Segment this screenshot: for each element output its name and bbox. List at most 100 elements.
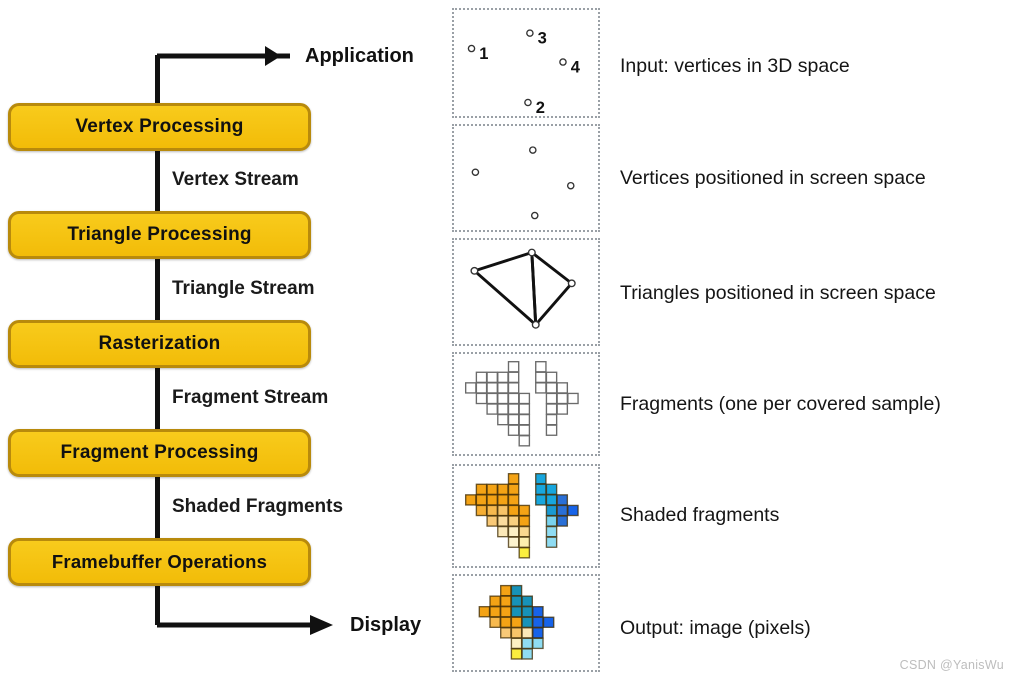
fragment-cell [486, 504, 498, 517]
fragment-cell [518, 536, 531, 548]
fragment-cell [486, 483, 498, 496]
fragment-cell [532, 637, 544, 650]
fragment-cell [497, 525, 509, 538]
fragment-cell [497, 382, 509, 394]
stream-label-shaded-fragments: Shaded Fragments [172, 495, 344, 517]
fragment-cell [486, 515, 498, 527]
vertex-dot [530, 211, 539, 220]
fragment-cell [556, 515, 569, 527]
fragment-cell [497, 483, 509, 496]
fragment-cell [486, 494, 498, 506]
fragment-cell [475, 382, 488, 394]
fragment-cell [486, 403, 498, 415]
vertex-dot [529, 146, 537, 154]
caption-shaded-fragments: Shaded fragments [620, 504, 780, 526]
fragment-cell [532, 616, 544, 628]
fragment-cell [518, 504, 531, 517]
fragment-cell [507, 504, 520, 517]
fragment-cell [545, 515, 558, 527]
pipeline-diagram: Application Vertex Processing Triangle Pro… [0, 0, 1016, 682]
fragment-cell [556, 392, 569, 405]
panel-triangles-screen [452, 238, 600, 346]
vertex-label: 1 [479, 45, 488, 63]
triangle-outline [530, 251, 574, 327]
pipeline-column: Application Vertex Processing Triangle Pro… [0, 0, 450, 682]
fragment-cell [545, 371, 558, 384]
fragment-cell [497, 504, 509, 517]
fragment-cell [521, 595, 534, 607]
stream-label-fragment-stream: Fragment Stream [172, 386, 329, 408]
vertex-dot [524, 98, 532, 107]
fragment-cell [500, 595, 512, 607]
stage-box-vertex-processing[interactable]: Vertex Processing [8, 103, 311, 151]
panel-vertices-3d: 1 2 3 4 [452, 8, 600, 118]
fragment-cell [486, 371, 498, 384]
fragment-cell [518, 392, 531, 405]
fragment-cell [545, 403, 558, 415]
fragment-cell [478, 606, 491, 618]
fragment-cell [532, 606, 544, 618]
triangle-outline [472, 251, 538, 327]
caption-vertices-screen: Vertices positioned in screen space [620, 167, 926, 189]
fragment-cell [518, 424, 531, 436]
fragment-cell [521, 606, 534, 618]
fragment-cell [510, 584, 523, 597]
fragment-cell [556, 382, 569, 394]
vertex-dot [467, 44, 476, 53]
display-output-arrow [157, 615, 333, 635]
fragment-cell [556, 403, 569, 415]
caption-triangles-screen: Triangles positioned in screen space [620, 282, 936, 304]
fragment-cell [518, 435, 531, 447]
fragment-cell [518, 525, 531, 538]
fragment-cell [545, 424, 558, 436]
vertex-dot [526, 29, 534, 37]
vertex-dot [531, 320, 540, 329]
fragment-cell [497, 515, 509, 527]
vertex-dot [470, 266, 479, 275]
fragment-cell [500, 606, 512, 618]
fragment-cell [521, 648, 534, 660]
illustration-column: 1 2 3 4 Input: vertices in 3D space Vertices … [452, 0, 1016, 682]
stage-box-rasterization[interactable]: Rasterization [8, 320, 311, 368]
fragment-cell [507, 392, 520, 405]
fragment-cell [464, 382, 477, 394]
fragment-cell [545, 413, 558, 426]
caption-vertices-3d: Input: vertices in 3D space [620, 55, 850, 77]
stream-label-triangle-stream: Triangle Stream [172, 277, 315, 299]
fragment-cell [556, 494, 569, 506]
stream-label-vertex-stream: Vertex Stream [172, 169, 299, 190]
fragment-cell [507, 361, 520, 373]
stage-box-triangle-processing[interactable]: Triangle Processing [8, 211, 311, 259]
fragment-cell [518, 413, 531, 426]
fragment-cell [507, 483, 520, 496]
fragment-cell [545, 525, 558, 538]
application-label: Application [305, 45, 414, 67]
fragment-cell [542, 616, 555, 628]
fragment-cell [518, 515, 531, 527]
fragment-cell [545, 504, 558, 517]
fragment-cell [507, 515, 520, 527]
fragment-cell [518, 403, 531, 415]
fragment-cell [500, 584, 512, 597]
fragment-cell [507, 494, 520, 506]
fragment-cell [567, 392, 579, 405]
fragment-cell [475, 371, 488, 384]
fragment-cell [497, 494, 509, 506]
fragment-cell [507, 413, 520, 426]
fragment-cell [535, 371, 547, 384]
stage-box-fragment-processing[interactable]: Fragment Processing [8, 429, 311, 477]
vertex-label: 3 [538, 30, 547, 48]
fragment-cell [507, 371, 520, 384]
fragment-cell [507, 403, 520, 415]
fragment-cell [545, 536, 558, 548]
panel-shaded-fragments [452, 464, 600, 568]
stage-box-framebuffer-operations[interactable]: Framebuffer Operations [8, 538, 311, 586]
fragment-cell [545, 392, 558, 405]
fragment-cell [507, 382, 520, 394]
fragment-cell [507, 536, 520, 548]
fragment-cell [518, 547, 531, 559]
fragment-cell [500, 616, 512, 628]
fragment-cell [507, 473, 520, 485]
fragment-cell [556, 504, 569, 517]
fragment-cell [475, 494, 488, 506]
